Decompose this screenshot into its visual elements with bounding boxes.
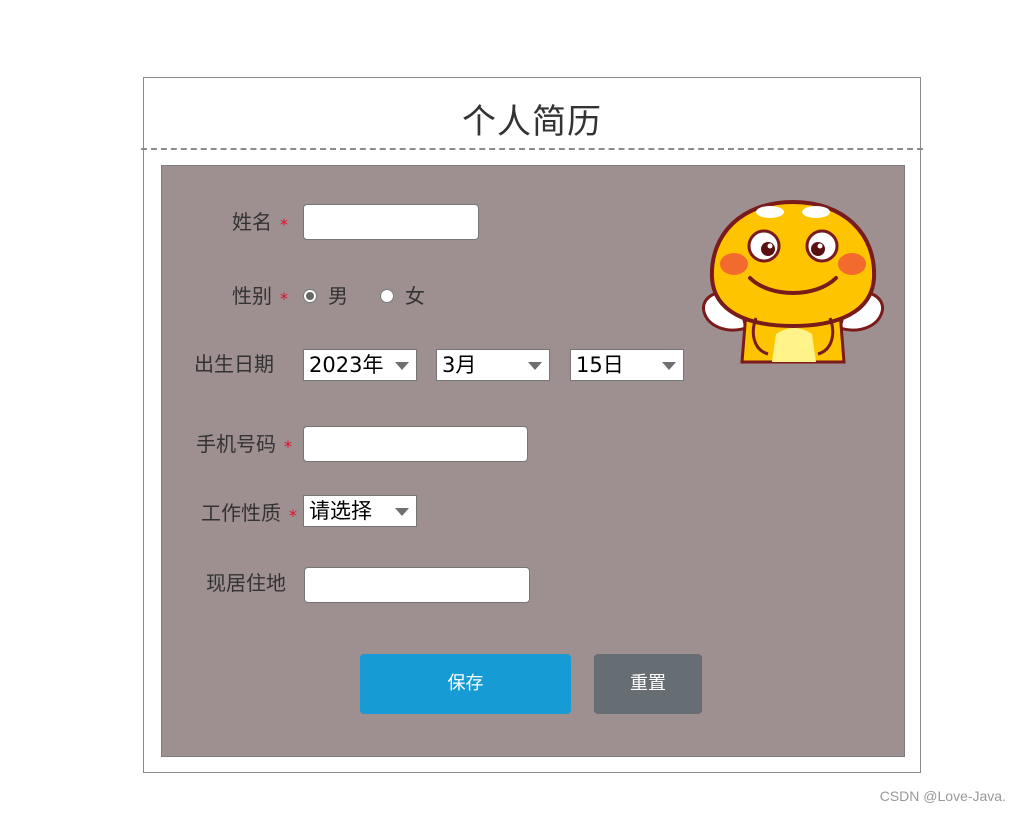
phone-label: 手机号码 bbox=[196, 432, 276, 456]
csdn-watermark: CSDN @Love-Java. bbox=[879, 788, 1006, 804]
birth-year-value: 2023年 bbox=[309, 353, 384, 377]
resume-form-container: 个人简历 姓名 * 性别 * 男 女 出生日期 2023年 3月 15日 手机号… bbox=[141, 77, 923, 773]
chevron-down-icon bbox=[395, 362, 409, 370]
gender-option-male-label: 男 bbox=[328, 284, 348, 308]
chevron-down-icon bbox=[662, 362, 676, 370]
yellow-cartoon-mascot-icon bbox=[701, 199, 885, 364]
form-panel: 姓名 * 性别 * 男 女 出生日期 2023年 3月 15日 手机号码 * 工… bbox=[161, 165, 905, 757]
gender-required-mark: * bbox=[280, 289, 288, 308]
birth-month-select[interactable]: 3月 bbox=[436, 349, 550, 381]
gender-radio-female[interactable] bbox=[380, 289, 394, 303]
reset-button[interactable]: 重置 bbox=[594, 654, 702, 714]
birth-day-select[interactable]: 15日 bbox=[570, 349, 684, 381]
name-label: 姓名 bbox=[232, 210, 272, 234]
birth-year-select[interactable]: 2023年 bbox=[303, 349, 417, 381]
gender-label: 性别 bbox=[232, 284, 272, 308]
chevron-down-icon bbox=[528, 362, 542, 370]
page: 个人简历 姓名 * 性别 * 男 女 出生日期 2023年 3月 15日 手机号… bbox=[0, 0, 1020, 814]
birth-month-value: 3月 bbox=[442, 353, 477, 377]
birth-day-value: 15日 bbox=[576, 353, 624, 377]
address-label: 现居住地 bbox=[206, 571, 286, 595]
birthdate-label: 出生日期 bbox=[194, 352, 274, 376]
name-required-mark: * bbox=[280, 215, 288, 234]
address-input[interactable] bbox=[304, 567, 530, 603]
page-title: 个人简历 bbox=[462, 102, 602, 142]
job-type-required-mark: * bbox=[289, 506, 297, 525]
name-input[interactable] bbox=[303, 204, 479, 240]
title-divider bbox=[141, 148, 923, 150]
gender-option-female-label: 女 bbox=[405, 284, 425, 308]
job-type-select[interactable]: 请选择 bbox=[303, 495, 417, 527]
phone-input[interactable] bbox=[303, 426, 528, 462]
job-type-label: 工作性质 bbox=[201, 501, 281, 525]
job-type-value: 请选择 bbox=[309, 499, 372, 523]
save-button[interactable]: 保存 bbox=[360, 654, 571, 714]
phone-required-mark: * bbox=[284, 437, 292, 456]
chevron-down-icon bbox=[395, 508, 409, 516]
gender-radio-male[interactable] bbox=[303, 289, 317, 303]
